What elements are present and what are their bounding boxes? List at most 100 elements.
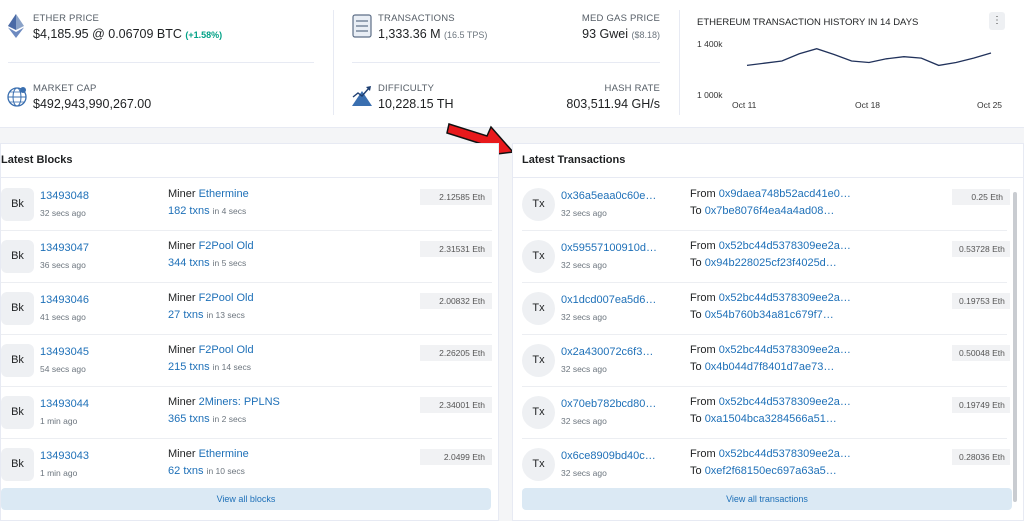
tx-hash-link[interactable]: 0x1dcd007ea5d6… bbox=[561, 294, 656, 306]
tx-from-address-link[interactable]: 0x52bc44d5378309ee2a… bbox=[719, 396, 851, 408]
block-badge: Bk bbox=[1, 396, 34, 429]
txns-word[interactable]: txns bbox=[183, 309, 203, 321]
block-number-link[interactable]: 13493045 bbox=[40, 346, 89, 358]
miner-prefix: Miner bbox=[168, 448, 196, 460]
chart-series-line bbox=[746, 48, 992, 67]
transaction-row: Tx 0x6ce8909bd40c… 32 secs ago From 0x52bc4… bbox=[513, 439, 1017, 491]
block-number-link[interactable]: 13493048 bbox=[40, 190, 89, 202]
block-txns-line: 27 txns in 13 secs bbox=[168, 309, 245, 321]
transactions-value: 1,333.36 M bbox=[378, 27, 441, 41]
tx-hash-link[interactable]: 0x6ce8909bd40c… bbox=[561, 450, 656, 462]
block-txn-count-link[interactable]: 215 bbox=[168, 361, 186, 373]
tx-value-badge: 0.25 Eth bbox=[952, 189, 1010, 205]
miner-prefix: Miner bbox=[168, 292, 196, 304]
tx-to-address-link[interactable]: 0x7be8076f4ea4a4ad08… bbox=[705, 205, 835, 217]
tx-age: 32 secs ago bbox=[561, 364, 607, 374]
txns-word[interactable]: txns bbox=[189, 257, 209, 269]
tx-to-line: To 0xa1504bca3284566a51… bbox=[690, 413, 837, 425]
tx-to-address-link[interactable]: 0xa1504bca3284566a51… bbox=[705, 413, 837, 425]
tx-badge: Tx bbox=[522, 396, 555, 429]
latest-transactions-title: Latest Transactions bbox=[513, 144, 1023, 178]
tx-from-address-link[interactable]: 0x52bc44d5378309ee2a… bbox=[719, 292, 851, 304]
med-gas-label: MED GAS PRICE bbox=[581, 13, 660, 24]
divider bbox=[333, 10, 334, 115]
txns-word[interactable]: txns bbox=[183, 465, 203, 477]
tx-value-badge: 0.50048 Eth bbox=[952, 345, 1010, 361]
block-row: Bk 13493043 1 min ago Miner Ethermine 62 txn… bbox=[1, 439, 498, 491]
miner-link[interactable]: F2Pool Old bbox=[199, 240, 254, 252]
stats-card: ETHER PRICE $4,185.95 @ 0.06709 BTC (+1.… bbox=[0, 0, 1024, 128]
block-age: 41 secs ago bbox=[40, 312, 86, 322]
block-txn-count-link[interactable]: 365 bbox=[168, 413, 186, 425]
miner-link[interactable]: F2Pool Old bbox=[199, 292, 254, 304]
block-number-link[interactable]: 13493046 bbox=[40, 294, 89, 306]
chart-x-tick: Oct 18 bbox=[855, 100, 881, 110]
from-label: From bbox=[690, 448, 716, 460]
block-number-link[interactable]: 13493044 bbox=[40, 398, 89, 410]
difficulty-stat: DIFFICULTY 10,228.15 TH bbox=[378, 83, 454, 111]
market-cap-value: $492,943,990,267.00 bbox=[33, 97, 152, 111]
miner-link[interactable]: F2Pool Old bbox=[199, 344, 254, 356]
miner-link[interactable]: Ethermine bbox=[199, 448, 249, 460]
tx-hash-link[interactable]: 0x2a430072c6f3… bbox=[561, 346, 653, 358]
divider bbox=[679, 10, 680, 115]
block-txns-line: 215 txns in 14 secs bbox=[168, 361, 251, 373]
tx-to-address-link[interactable]: 0x94b228025cf23f4025d… bbox=[705, 257, 837, 269]
block-badge: Bk bbox=[1, 344, 34, 377]
txns-word[interactable]: txns bbox=[189, 205, 209, 217]
tx-to-line: To 0x94b228025cf23f4025d… bbox=[690, 257, 837, 269]
tx-hash-link[interactable]: 0x70eb782bcd80… bbox=[561, 398, 656, 410]
block-time-taken: in 5 secs bbox=[212, 258, 247, 268]
block-reward-badge: 2.00832 Eth bbox=[420, 293, 492, 309]
server-icon bbox=[352, 14, 372, 38]
tx-hash-link[interactable]: 0x36a5eaa0c60e… bbox=[561, 190, 656, 202]
transactions-stat: TRANSACTIONS 1,333.36 M (16.5 TPS) bbox=[378, 13, 487, 41]
divider bbox=[352, 62, 660, 63]
tx-hash-link[interactable]: 0x59557100910d… bbox=[561, 242, 657, 254]
tx-from-line: From 0x9daea748b52acd41e0… bbox=[690, 188, 851, 200]
miner-prefix: Miner bbox=[168, 396, 196, 408]
to-label: To bbox=[690, 465, 702, 477]
tx-age: 32 secs ago bbox=[561, 416, 607, 426]
tx-from-address-link[interactable]: 0x52bc44d5378309ee2a… bbox=[719, 344, 851, 356]
tx-from-line: From 0x52bc44d5378309ee2a… bbox=[690, 396, 851, 408]
tx-to-address-link[interactable]: 0xef2f68150ec697a63a5… bbox=[705, 465, 837, 477]
txns-word[interactable]: txns bbox=[189, 413, 209, 425]
block-txn-count-link[interactable]: 344 bbox=[168, 257, 186, 269]
chart-menu-button[interactable]: ⋮ bbox=[989, 12, 1005, 30]
tx-from-address-link[interactable]: 0x52bc44d5378309ee2a… bbox=[719, 448, 851, 460]
tx-value-badge: 0.53728 Eth bbox=[952, 241, 1010, 257]
view-all-blocks-button[interactable]: View all blocks bbox=[1, 488, 491, 510]
tx-from-line: From 0x52bc44d5378309ee2a… bbox=[690, 292, 851, 304]
miner-prefix: Miner bbox=[168, 344, 196, 356]
ether-price-label: ETHER PRICE bbox=[33, 13, 100, 24]
txns-word[interactable]: txns bbox=[189, 361, 209, 373]
tx-to-address-link[interactable]: 0x4b044d7f8401d7ae73… bbox=[705, 361, 835, 373]
ether-price-value: $4,185.95 bbox=[33, 27, 89, 41]
view-all-transactions-button[interactable]: View all transactions bbox=[522, 488, 1012, 510]
tx-to-address-link[interactable]: 0x54b760b34a81c679f7… bbox=[705, 309, 834, 321]
tx-from-line: From 0x52bc44d5378309ee2a… bbox=[690, 344, 851, 356]
block-number-link[interactable]: 13493047 bbox=[40, 242, 89, 254]
difficulty-label: DIFFICULTY bbox=[378, 83, 435, 94]
tx-value-badge: 0.19753 Eth bbox=[952, 293, 1010, 309]
block-row: Bk 13493047 36 secs ago Miner F2Pool Old 344… bbox=[1, 231, 498, 283]
block-txns-line: 62 txns in 10 secs bbox=[168, 465, 245, 477]
transaction-history-chart bbox=[746, 48, 992, 67]
miner-link[interactable]: 2Miners: PPLNS bbox=[199, 396, 280, 408]
block-number-link[interactable]: 13493043 bbox=[40, 450, 89, 462]
block-row: Bk 13493044 1 min ago Miner 2Miners: PPLNS 3… bbox=[1, 387, 498, 439]
miner-link[interactable]: Ethermine bbox=[199, 188, 249, 200]
tx-from-address-link[interactable]: 0x52bc44d5378309ee2a… bbox=[719, 240, 851, 252]
block-txn-count-link[interactable]: 62 bbox=[168, 465, 180, 477]
block-age: 32 secs ago bbox=[40, 208, 86, 218]
to-label: To bbox=[690, 361, 702, 373]
tx-from-address-link[interactable]: 0x9daea748b52acd41e0… bbox=[719, 188, 851, 200]
chart-y-tick: 1 400k bbox=[697, 39, 723, 49]
to-label: To bbox=[690, 309, 702, 321]
latest-blocks-title: Latest Blocks bbox=[1, 144, 498, 178]
hash-rate-value: 803,511.94 GH/s bbox=[566, 97, 660, 111]
block-txn-count-link[interactable]: 27 bbox=[168, 309, 180, 321]
block-txn-count-link[interactable]: 182 bbox=[168, 205, 186, 217]
scrollbar[interactable] bbox=[1013, 192, 1017, 502]
